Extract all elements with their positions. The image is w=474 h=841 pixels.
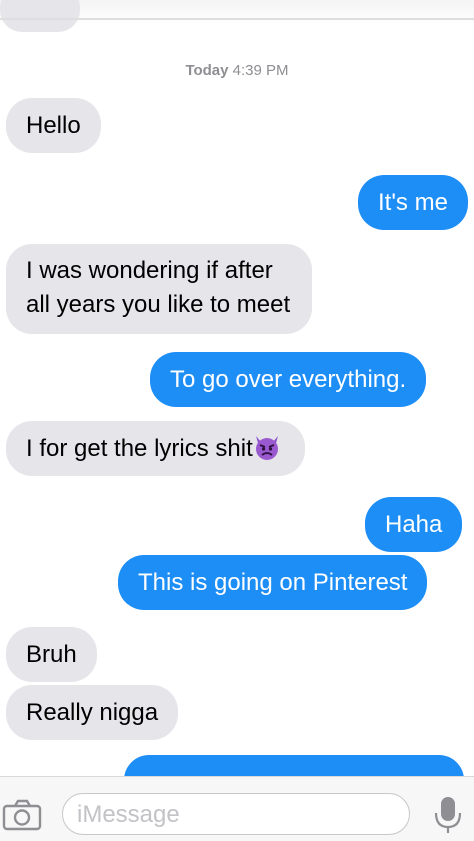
top-divider: [0, 18, 474, 20]
message-incoming[interactable]: I for get the lyrics shit: [6, 421, 305, 476]
timestamp-day: Today: [185, 62, 229, 79]
message-text: Hello: [26, 112, 81, 139]
message-text-line: all years you like to meet: [26, 291, 291, 318]
message-outgoing[interactable]: Haha: [365, 497, 463, 552]
message-text: Bruh: [26, 641, 77, 668]
message-outgoing[interactable]: This is going on Pinterest: [118, 555, 428, 610]
timestamp-time: 4:39 PM: [232, 62, 289, 79]
message-text: Really nigga: [26, 699, 159, 726]
message-text: This is going on Pinterest: [138, 569, 408, 596]
compose-bar: iMessage: [0, 776, 474, 841]
previous-message-bubble: [0, 0, 80, 32]
top-edge-area: [0, 0, 474, 32]
message-incoming[interactable]: I was wondering if after all years you l…: [6, 244, 313, 334]
angry-devil-emoji-icon: [253, 433, 281, 461]
message-input[interactable]: iMessage: [62, 793, 410, 835]
message-outgoing[interactable]: It's me: [358, 175, 468, 230]
message-text: It's me: [378, 189, 448, 216]
message-incoming[interactable]: Really nigga: [6, 685, 179, 740]
message-text: I for get the lyrics shit: [26, 435, 253, 462]
message-incoming[interactable]: Bruh: [6, 627, 97, 682]
message-text-line: I was wondering if after: [26, 257, 273, 284]
message-input-placeholder: iMessage: [77, 801, 180, 828]
microphone-icon[interactable]: [430, 795, 466, 835]
camera-icon[interactable]: [2, 799, 42, 831]
conversation-timestamp: Today 4:39 PM: [0, 62, 474, 79]
message-outgoing[interactable]: To go over everything.: [150, 352, 427, 407]
message-text: Haha: [385, 511, 443, 538]
message-text: To go over everything.: [170, 366, 407, 393]
message-incoming[interactable]: Hello: [6, 98, 101, 153]
